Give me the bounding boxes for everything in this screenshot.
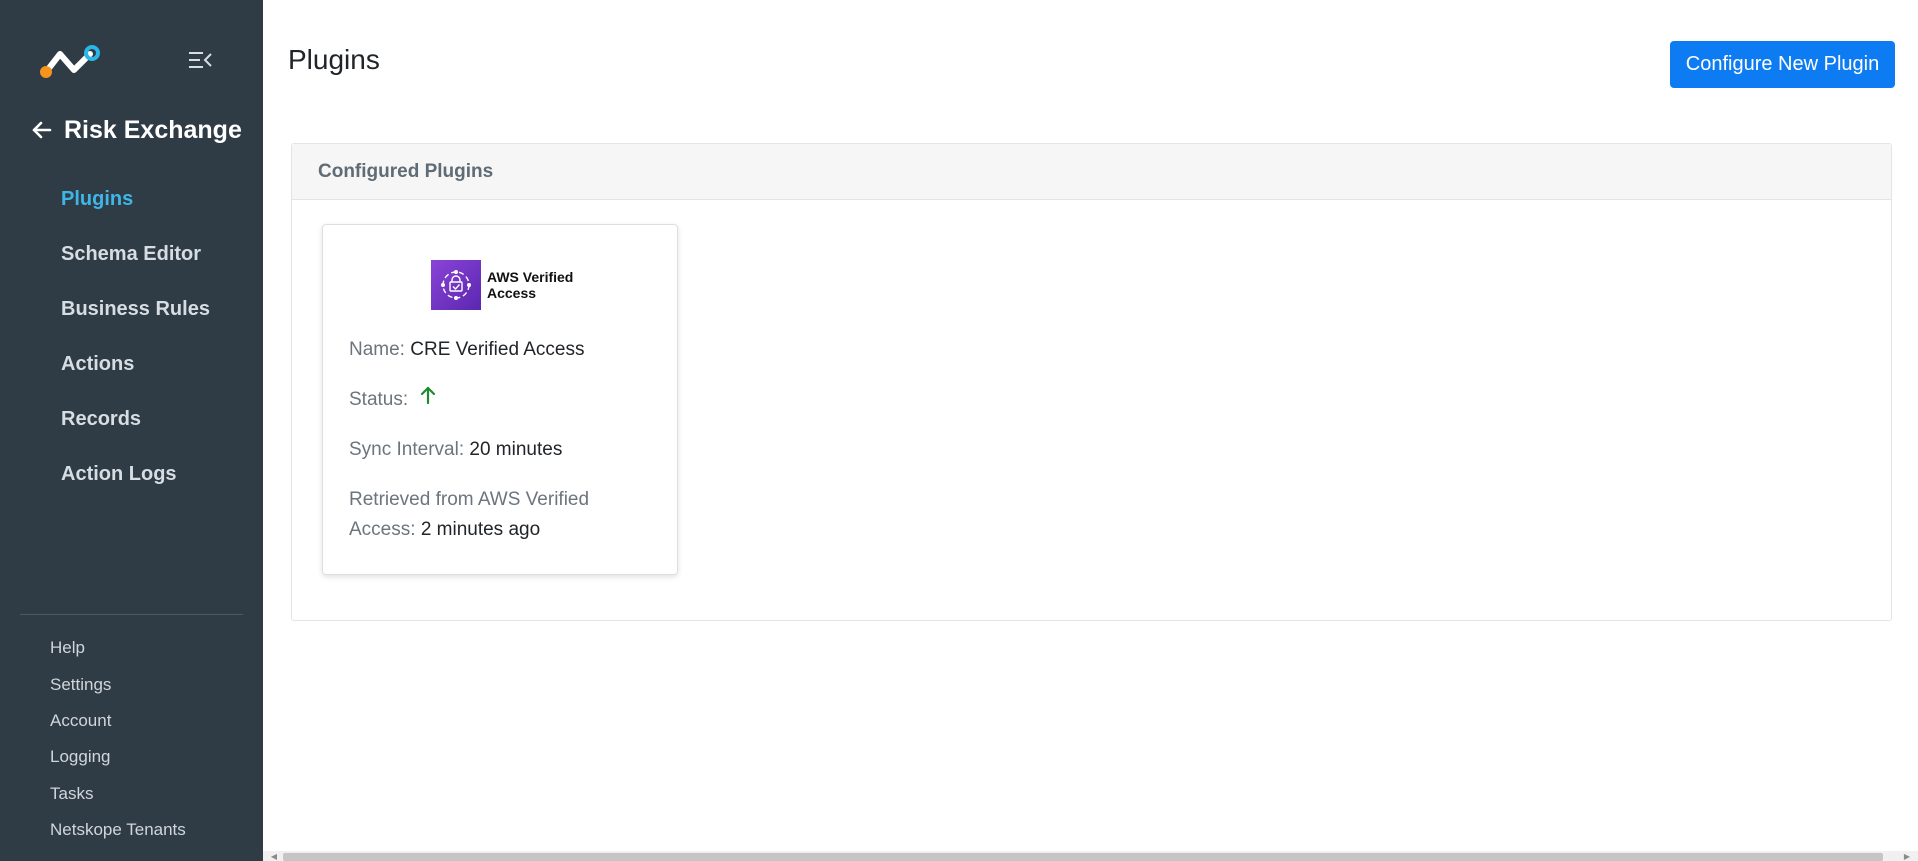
- back-to-module-link[interactable]: Risk Exchange: [30, 114, 242, 146]
- plugin-logo-text: AWS Verified Access: [487, 269, 574, 301]
- plugin-status-label: Status:: [349, 389, 409, 411]
- sidebar-item-netskope-tenants[interactable]: Netskope Tenants: [50, 812, 186, 848]
- plugin-name-row: Name: CRE Verified Access: [349, 335, 585, 365]
- module-title: Risk Exchange: [64, 115, 242, 144]
- plugin-retrieved-label: Retrieved from AWS Verified: [349, 489, 590, 510]
- arrow-up-icon: [419, 385, 437, 415]
- page-title: Plugins: [288, 44, 380, 75]
- sidebar-item-account[interactable]: Account: [50, 703, 186, 739]
- configured-plugins-panel: Configured Plugins AWS Verified Access N…: [291, 143, 1892, 621]
- sidebar-item-tasks[interactable]: Tasks: [50, 776, 186, 812]
- plugin-name-label: Name:: [349, 339, 405, 360]
- plugin-retrieved-row: Retrieved from AWS Verified Access: 2 mi…: [349, 485, 589, 545]
- sidebar-secondary-nav: Help Settings Account Logging Tasks Nets…: [50, 630, 186, 848]
- plugin-sync-row: Sync Interval: 20 minutes: [349, 435, 562, 465]
- sidebar-divider: [20, 614, 243, 615]
- sidebar-item-settings[interactable]: Settings: [50, 666, 186, 702]
- plugin-card[interactable]: AWS Verified Access Name: CRE Verified A…: [322, 224, 678, 575]
- scrollbar-thumb[interactable]: [283, 853, 1883, 861]
- horizontal-scrollbar[interactable]: ◀ ▶: [263, 851, 1918, 861]
- sidebar-item-business-rules[interactable]: Business Rules: [61, 282, 210, 337]
- sidebar-item-help[interactable]: Help: [50, 630, 186, 666]
- menu-collapse-icon[interactable]: [187, 49, 213, 71]
- configure-new-plugin-button[interactable]: Configure New Plugin: [1670, 41, 1895, 88]
- sidebar-item-records[interactable]: Records: [61, 392, 210, 447]
- sidebar-item-logging[interactable]: Logging: [50, 739, 186, 775]
- netskope-logo-icon[interactable]: [38, 44, 102, 80]
- sidebar: Risk Exchange Plugins Schema Editor Busi…: [0, 0, 263, 861]
- scroll-left-icon[interactable]: ◀: [269, 852, 279, 861]
- plugin-sync-label: Sync Interval:: [349, 439, 465, 460]
- plugin-status-row: Status:: [349, 385, 437, 415]
- arrow-left-icon: [32, 121, 52, 139]
- aws-verified-access-icon: [431, 260, 481, 310]
- scroll-right-icon[interactable]: ▶: [1902, 852, 1912, 861]
- sidebar-item-schema-editor[interactable]: Schema Editor: [61, 227, 210, 282]
- sidebar-nav: Plugins Schema Editor Business Rules Act…: [61, 172, 210, 502]
- plugin-retrieved-value: 2 minutes ago: [420, 519, 541, 540]
- sidebar-item-action-logs[interactable]: Action Logs: [61, 447, 210, 502]
- plugin-logo: AWS Verified Access: [431, 260, 587, 310]
- plugin-retrieved-label-cont: Access:: [349, 519, 416, 540]
- sidebar-item-actions[interactable]: Actions: [61, 337, 210, 392]
- plugin-name-value: CRE Verified Access: [410, 339, 585, 360]
- panel-title: Configured Plugins: [292, 144, 1891, 200]
- sidebar-item-plugins[interactable]: Plugins: [61, 172, 210, 227]
- plugin-sync-value: 20 minutes: [469, 439, 563, 460]
